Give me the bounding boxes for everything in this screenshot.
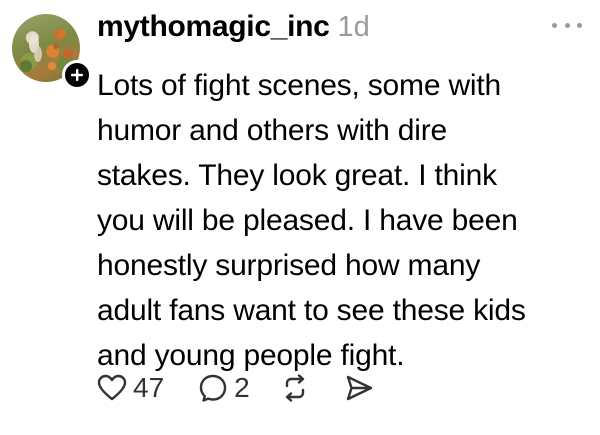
more-horizontal-icon — [552, 22, 557, 28]
post-body-line: adult fans want to see these kids — [97, 294, 526, 327]
username-link[interactable]: mythomagic_inc — [97, 10, 330, 44]
post-body-line: stakes. They look great. I think — [97, 159, 497, 192]
repost-icon — [285, 374, 304, 402]
send-icon — [346, 375, 372, 401]
more-options-button[interactable] — [552, 18, 582, 32]
post-body-line: humor and others with dire — [97, 114, 447, 147]
more-horizontal-icon — [564, 22, 570, 28]
avatar-container[interactable] — [12, 14, 92, 90]
like-count: 47 — [133, 372, 165, 403]
heart-icon — [97, 374, 127, 401]
more-horizontal-icon — [577, 22, 582, 28]
reply-button[interactable]: 2 — [198, 372, 250, 404]
post-actions: 47 2 — [97, 368, 374, 408]
post-body-line: you will be pleased. I have been — [97, 204, 518, 237]
post-header: mythomagic_inc 1d — [97, 10, 370, 44]
share-button[interactable] — [344, 374, 374, 402]
follow-button[interactable] — [62, 60, 92, 90]
post-body: Lots of fight scenes, some with humor an… — [97, 63, 577, 378]
post-body-line: honestly surprised how many — [97, 249, 481, 282]
repost-button[interactable] — [280, 374, 310, 402]
plus-icon — [71, 69, 83, 81]
post-card: mythomagic_inc 1d Lots of fight scenes, … — [0, 0, 600, 435]
reply-count: 2 — [234, 372, 250, 403]
comment-icon — [199, 374, 227, 402]
timestamp[interactable]: 1d — [338, 11, 370, 44]
like-button[interactable]: 47 — [97, 372, 164, 404]
post-body-line: Lots of fight scenes, some with — [97, 69, 502, 102]
